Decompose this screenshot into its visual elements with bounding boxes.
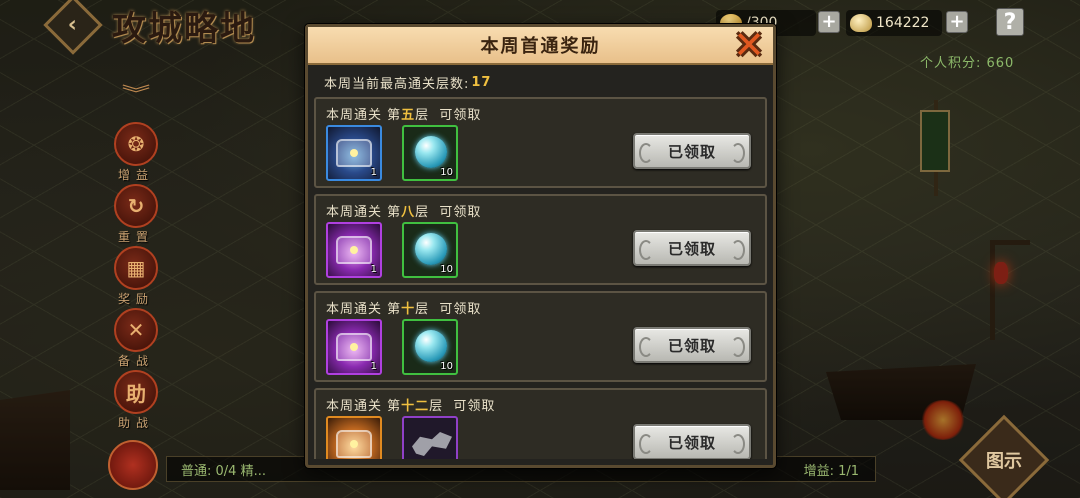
reward-row-title: 本周通关 第五层 可领取 [326,104,481,123]
reset-icon: ↻ [114,184,158,228]
resource-counter-2: 164222 [846,10,942,36]
reward-prefix: 本周通关 第 [326,399,402,414]
purple-chest-icon[interactable]: 1 [326,222,382,278]
reward-row-title: 本周通关 第八层 可领取 [326,201,481,220]
claimed-button[interactable]: 已领取 [633,230,751,266]
chevron-down-icon[interactable]: ︾ [112,86,160,104]
reward-suffix: 层 可领取 [429,399,496,414]
side-item-label: 助战 [117,416,154,430]
dialog-body[interactable]: 本周当前最高通关层数: 17 本周通关 第五层 可领取 1 10 已领取 本周通… [314,67,767,459]
reward-row: 本周通关 第八层 可领取 1 10 已领取 [314,194,767,285]
blue-chest-icon[interactable]: 1 [326,125,382,181]
reward-row: 本周通关 第十二层 可领取 已领取 [314,388,767,459]
item-qty: 1 [370,361,377,372]
dialog-header: 本周首通奖励 ✕ [308,26,773,65]
reward-icon: ▦ [114,246,158,290]
add-resource-1-button[interactable]: + [818,11,840,33]
assist-icon: 助 [114,370,158,414]
close-button[interactable]: ✕ [729,26,769,64]
max-floor-value: 17 [471,74,492,90]
status-right-text: 增益: 1/1 [803,463,859,479]
side-item-label: 增益 [117,168,154,182]
side-item-label: 重置 [117,230,154,244]
hud-title-area: ‹ 攻城略地 [43,0,256,55]
item-qty: 10 [440,361,453,372]
help-button[interactable]: ? [996,8,1024,36]
reward-suffix: 层 可领取 [415,108,482,123]
reward-row: 本周通关 第五层 可领取 1 10 已领取 [314,97,767,188]
reward-prefix: 本周通关 第 [326,205,402,220]
purple-chest-icon[interactable]: 1 [326,319,382,375]
crystal-orb-icon[interactable]: 10 [402,125,458,181]
reward-floor: 五 [401,108,416,123]
reward-row-title: 本周通关 第十二层 可领取 [326,395,495,414]
orange-chest-icon[interactable] [326,416,382,459]
dialog-title: 本周首通奖励 [480,36,601,57]
claimed-button[interactable]: 已领取 [633,327,751,363]
item-qty: 10 [440,264,453,275]
status-left-text: 普通: 0/4 精... [181,463,266,479]
reward-prefix: 本周通关 第 [326,302,402,317]
silver-ingot-icon [850,14,872,32]
buff-icon: ❂ [114,122,158,166]
page-title: 攻城略地 [112,8,256,49]
item-qty: 10 [440,167,453,178]
claimed-button[interactable]: 已领取 [633,133,751,169]
item-qty: 1 [370,264,377,275]
back-button[interactable]: ‹ [43,0,103,55]
treasure-chest-icon[interactable] [108,440,158,490]
reward-floor: 十二 [401,399,430,414]
side-menu: ︾ ❂ 增益 ↻ 重置 ▦ 奖励 ✕ 备战 助 助战 [108,86,164,432]
reward-floor: 十 [401,302,416,317]
reward-prefix: 本周通关 第 [326,108,402,123]
crossed-swords-icon: ✕ [114,308,158,352]
side-item-reward[interactable]: ▦ 奖励 [108,246,164,308]
first-clear-reward-dialog: 本周首通奖励 ✕ 本周当前最高通关层数: 17 本周通关 第五层 可领取 1 1… [305,24,776,468]
max-floor-label: 本周当前最高通关层数: [324,76,470,92]
item-qty: 1 [370,167,377,178]
crystal-orb-icon[interactable]: 10 [402,222,458,278]
side-item-prepare[interactable]: ✕ 备战 [108,308,164,370]
reward-suffix: 层 可领取 [415,205,482,220]
reward-row-title: 本周通关 第十层 可领取 [326,298,481,317]
personal-score: 个人积分: 660 [920,56,1015,71]
claimed-button[interactable]: 已领取 [633,424,751,459]
side-item-label: 备战 [117,354,154,368]
reward-row: 本周通关 第十层 可领取 1 10 已领取 [314,291,767,382]
max-floor-info: 本周当前最高通关层数: 17 [314,67,767,97]
map-button-label: 图示 [986,451,1022,472]
side-item-buff[interactable]: ❂ 增益 [108,122,164,184]
side-item-assist[interactable]: 助 助战 [108,370,164,432]
close-icon: ✕ [733,23,765,67]
crystal-orb-icon[interactable]: 10 [402,319,458,375]
resource-2-value: 164222 [876,15,930,31]
reward-suffix: 层 可领取 [415,302,482,317]
beast-icon[interactable] [402,416,458,459]
reward-list: 本周通关 第五层 可领取 1 10 已领取 本周通关 第八层 可领取 1 10 … [314,97,767,459]
side-item-reset[interactable]: ↻ 重置 [108,184,164,246]
side-item-label: 奖励 [117,292,154,306]
chevron-left-icon: ‹ [68,12,78,38]
add-resource-2-button[interactable]: + [946,11,968,33]
reward-floor: 八 [401,205,416,220]
